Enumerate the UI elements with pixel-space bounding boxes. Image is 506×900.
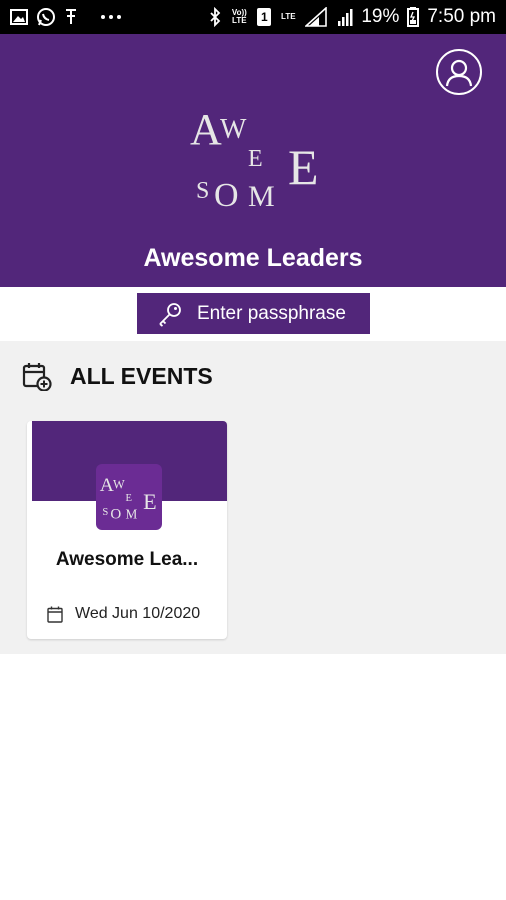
clock: 7:50 pm bbox=[427, 6, 496, 27]
battery-icon bbox=[407, 7, 420, 27]
battery-percent: 19% bbox=[361, 6, 400, 27]
lte-icon: LTE bbox=[281, 12, 296, 21]
signal-icon-2 bbox=[337, 7, 353, 27]
events-header: ALL EVENTS bbox=[22, 361, 213, 391]
gallery-icon bbox=[10, 7, 28, 27]
organization-logo: A W E E S O M bbox=[190, 105, 319, 212]
status-bar-right: Vo)) LTE 1 LTE 19% 7:50 pm bbox=[209, 6, 496, 28]
passphrase-row: Enter passphrase bbox=[0, 287, 506, 341]
svg-text:A: A bbox=[100, 475, 114, 496]
sim-label: 1 bbox=[257, 8, 272, 26]
svg-text:W: W bbox=[113, 478, 125, 492]
empty-area bbox=[0, 654, 506, 900]
svg-text:E: E bbox=[248, 146, 263, 172]
header: A W E E S O M Awesome Leaders bbox=[0, 34, 506, 287]
event-card-logo: A W E E S O M bbox=[96, 464, 162, 530]
profile-button[interactable] bbox=[436, 49, 482, 95]
app-icon bbox=[64, 7, 78, 27]
svg-text:E: E bbox=[125, 493, 131, 504]
bluetooth-icon bbox=[209, 7, 221, 27]
svg-text:E: E bbox=[288, 139, 319, 195]
signal-icon bbox=[305, 7, 329, 27]
status-bar: Vo)) LTE 1 LTE 19% 7:50 pm bbox=[0, 0, 506, 34]
svg-text:A: A bbox=[190, 105, 222, 154]
events-title: ALL EVENTS bbox=[70, 362, 213, 389]
whatsapp-icon bbox=[36, 7, 56, 27]
events-section: ALL EVENTS A W E E S O M Awesome Lea... … bbox=[0, 341, 506, 654]
svg-text:W: W bbox=[220, 114, 247, 145]
event-logo-mark: A W E E S O M bbox=[100, 475, 157, 523]
svg-text:S: S bbox=[196, 178, 209, 204]
calendar-icon bbox=[47, 606, 63, 623]
sim-icon: 1 bbox=[257, 7, 272, 27]
svg-text:O: O bbox=[110, 507, 121, 523]
passphrase-label: Enter passphrase bbox=[197, 302, 346, 324]
volte-icon: Vo)) LTE bbox=[231, 8, 247, 25]
svg-text:O: O bbox=[214, 177, 239, 212]
more-dots-icon bbox=[100, 7, 122, 27]
profile-icon bbox=[445, 59, 473, 87]
svg-text:M: M bbox=[248, 180, 275, 212]
key-icon bbox=[159, 302, 181, 327]
status-bar-left bbox=[10, 7, 122, 27]
event-card-title: Awesome Lea... bbox=[55, 549, 199, 570]
organization-title: Awesome Leaders bbox=[143, 244, 363, 272]
svg-text:S: S bbox=[102, 507, 108, 518]
enter-passphrase-button[interactable]: Enter passphrase bbox=[137, 293, 370, 334]
calendar-add-icon bbox=[22, 363, 52, 391]
event-card-date: Wed Jun 10/2020 bbox=[47, 605, 200, 623]
event-date-text: Wed Jun 10/2020 bbox=[75, 605, 201, 622]
event-card[interactable]: A W E E S O M Awesome Lea... Wed Jun 10/… bbox=[27, 421, 227, 639]
svg-text:E: E bbox=[143, 489, 157, 514]
svg-text:M: M bbox=[125, 507, 137, 522]
